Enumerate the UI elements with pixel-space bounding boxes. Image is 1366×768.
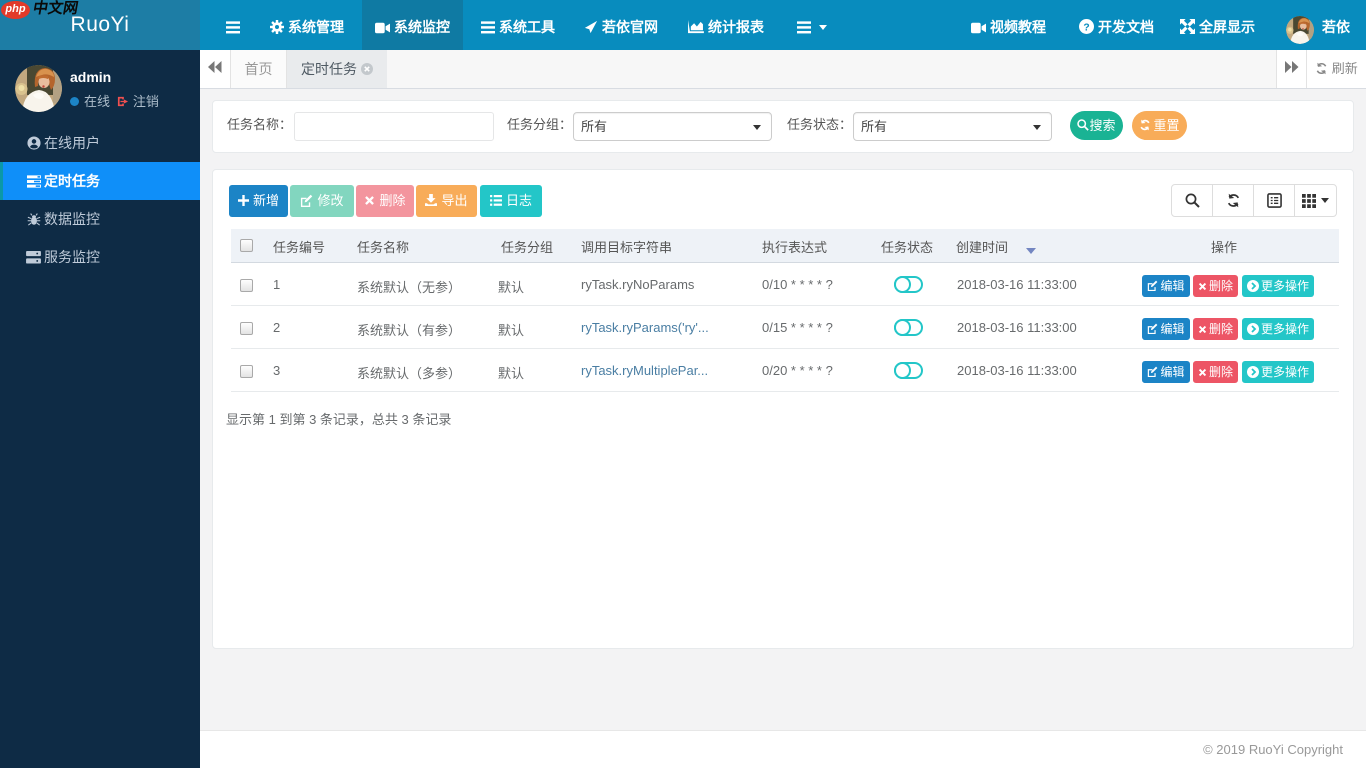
svg-text:?: ? bbox=[1083, 22, 1089, 33]
